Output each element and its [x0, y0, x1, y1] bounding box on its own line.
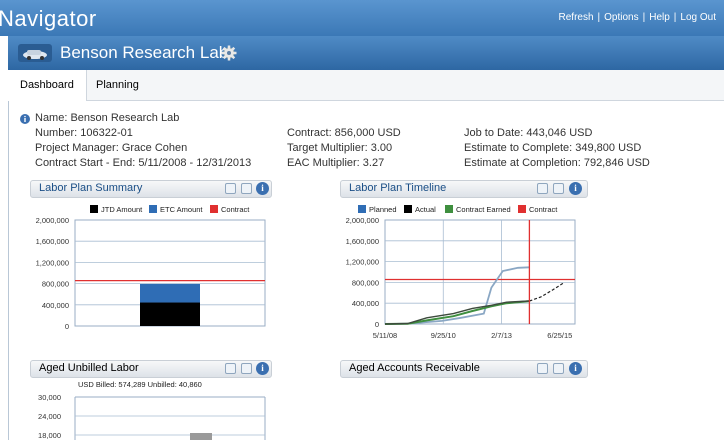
options-link[interactable]: Options	[604, 12, 638, 23]
estimate-to-complete: Estimate to Complete: 349,800 USD	[464, 142, 642, 154]
aged-unbilled-labor-header: Aged Unbilled Labor i	[30, 360, 272, 378]
legend-label: Contract	[529, 205, 558, 214]
link-separator: |	[673, 12, 677, 23]
estimate-at-completion: Estimate at Completion: 792,846 USD	[464, 157, 650, 169]
y-tick-label: 2,000,000	[346, 216, 379, 225]
popout-icon[interactable]	[553, 363, 564, 374]
info-icon[interactable]: i	[569, 362, 582, 375]
tab-planning[interactable]: Planning	[84, 70, 151, 100]
chart-subtitle: USD Billed: 574,289 Unbilled: 40,860	[78, 380, 202, 389]
y-tick-label: 24,000	[38, 412, 61, 421]
x-tick-label: 6/25/15	[547, 331, 572, 340]
info-icon	[20, 114, 30, 124]
bar-etc	[140, 283, 200, 303]
info-icon[interactable]: i	[569, 182, 582, 195]
tab-bar: Dashboard Planning	[8, 70, 724, 101]
app-title: Navigator	[0, 6, 97, 31]
x-tick-label: 9/25/10	[431, 331, 456, 340]
logout-link[interactable]: Log Out	[680, 12, 716, 23]
lab-name: Benson Research Lab	[60, 43, 229, 62]
top-links: Refresh | Options | Help | Log Out	[559, 12, 716, 23]
legend-swatch	[210, 205, 218, 213]
y-tick-label: 0	[375, 320, 379, 329]
project-number: Number: 106322-01	[35, 127, 133, 139]
aged-unbilled-labor-chart: USD Billed: 574,289 Unbilled: 40,860 30,0…	[38, 380, 266, 440]
link-separator: |	[642, 12, 646, 23]
aged-accounts-receivable-header: Aged Accounts Receivable i	[340, 360, 588, 378]
lab-logo-icon	[18, 44, 52, 62]
labor-plan-timeline-chart: Planned Actual Contract Earned Contract 2,00…	[346, 205, 576, 340]
panel-title: Aged Accounts Receivable	[349, 362, 480, 374]
legend-swatch	[358, 205, 366, 213]
expand-icon[interactable]	[225, 363, 236, 374]
y-tick-label: 30,000	[38, 393, 61, 402]
contract-dates: Contract Start - End: 5/11/2008 - 12/31/…	[35, 157, 252, 169]
expand-icon[interactable]	[537, 183, 548, 194]
legend-label: Contract	[221, 205, 250, 214]
bar-jtd	[140, 302, 200, 326]
eac-multiplier: EAC Multiplier: 3.27	[287, 157, 385, 169]
x-tick-label: 5/11/08	[373, 331, 397, 340]
legend-label: ETC Amount	[160, 205, 203, 214]
y-tick-label: 18,000	[38, 431, 61, 440]
panel-title: Labor Plan Summary	[39, 182, 143, 194]
legend-label: Planned	[369, 205, 397, 214]
bar	[190, 433, 212, 440]
y-tick-label: 1,600,000	[36, 237, 69, 246]
refresh-link[interactable]: Refresh	[559, 12, 594, 23]
contract-amount: Contract: 856,000 USD	[287, 127, 401, 139]
top-bar: Navigator Refresh | Options | Help | Log Out	[0, 0, 724, 36]
x-tick-label: 2/7/13	[491, 331, 512, 340]
tab-dashboard[interactable]: Dashboard	[8, 70, 87, 101]
y-tick-label: 400,000	[352, 299, 379, 308]
panel-title: Aged Unbilled Labor	[39, 362, 139, 374]
legend-label: Contract Earned	[456, 205, 511, 214]
help-link[interactable]: Help	[649, 12, 670, 23]
expand-icon[interactable]	[537, 363, 548, 374]
project-manager: Project Manager: Grace Cohen	[35, 142, 188, 154]
panel-title: Labor Plan Timeline	[349, 182, 447, 194]
lab-header: Benson Research Lab	[8, 36, 724, 71]
legend-swatch	[90, 205, 98, 213]
y-tick-label: 1,200,000	[36, 258, 69, 267]
gear-icon[interactable]	[221, 45, 237, 61]
legend-swatch	[404, 205, 412, 213]
legend-swatch	[149, 205, 157, 213]
labor-plan-summary-header: Labor Plan Summary i	[30, 180, 272, 198]
y-tick-label: 0	[65, 322, 69, 331]
legend-label: Actual	[415, 205, 436, 214]
popout-icon[interactable]	[241, 183, 252, 194]
y-tick-label: 2,000,000	[36, 216, 69, 225]
link-separator: |	[597, 12, 601, 23]
project-name: Name: Benson Research Lab	[35, 112, 180, 124]
info-icon[interactable]: i	[256, 182, 269, 195]
y-tick-label: 1,200,000	[346, 258, 379, 267]
y-tick-label: 1,600,000	[346, 237, 379, 246]
legend-swatch	[445, 205, 453, 213]
expand-icon[interactable]	[225, 183, 236, 194]
y-tick-label: 400,000	[42, 301, 69, 310]
legend-swatch	[518, 205, 526, 213]
info-icon[interactable]: i	[256, 362, 269, 375]
popout-icon[interactable]	[241, 363, 252, 374]
target-multiplier: Target Multiplier: 3.00	[287, 142, 393, 154]
popout-icon[interactable]	[553, 183, 564, 194]
legend-label: JTD Amount	[101, 205, 143, 214]
y-tick-label: 800,000	[352, 278, 379, 287]
job-to-date: Job to Date: 443,046 USD	[464, 127, 593, 139]
labor-plan-timeline-header: Labor Plan Timeline i	[340, 180, 588, 198]
y-tick-label: 800,000	[42, 280, 69, 289]
labor-plan-summary-chart: JTD Amount ETC Amount Contract 2,000,000 1,6…	[36, 205, 266, 331]
